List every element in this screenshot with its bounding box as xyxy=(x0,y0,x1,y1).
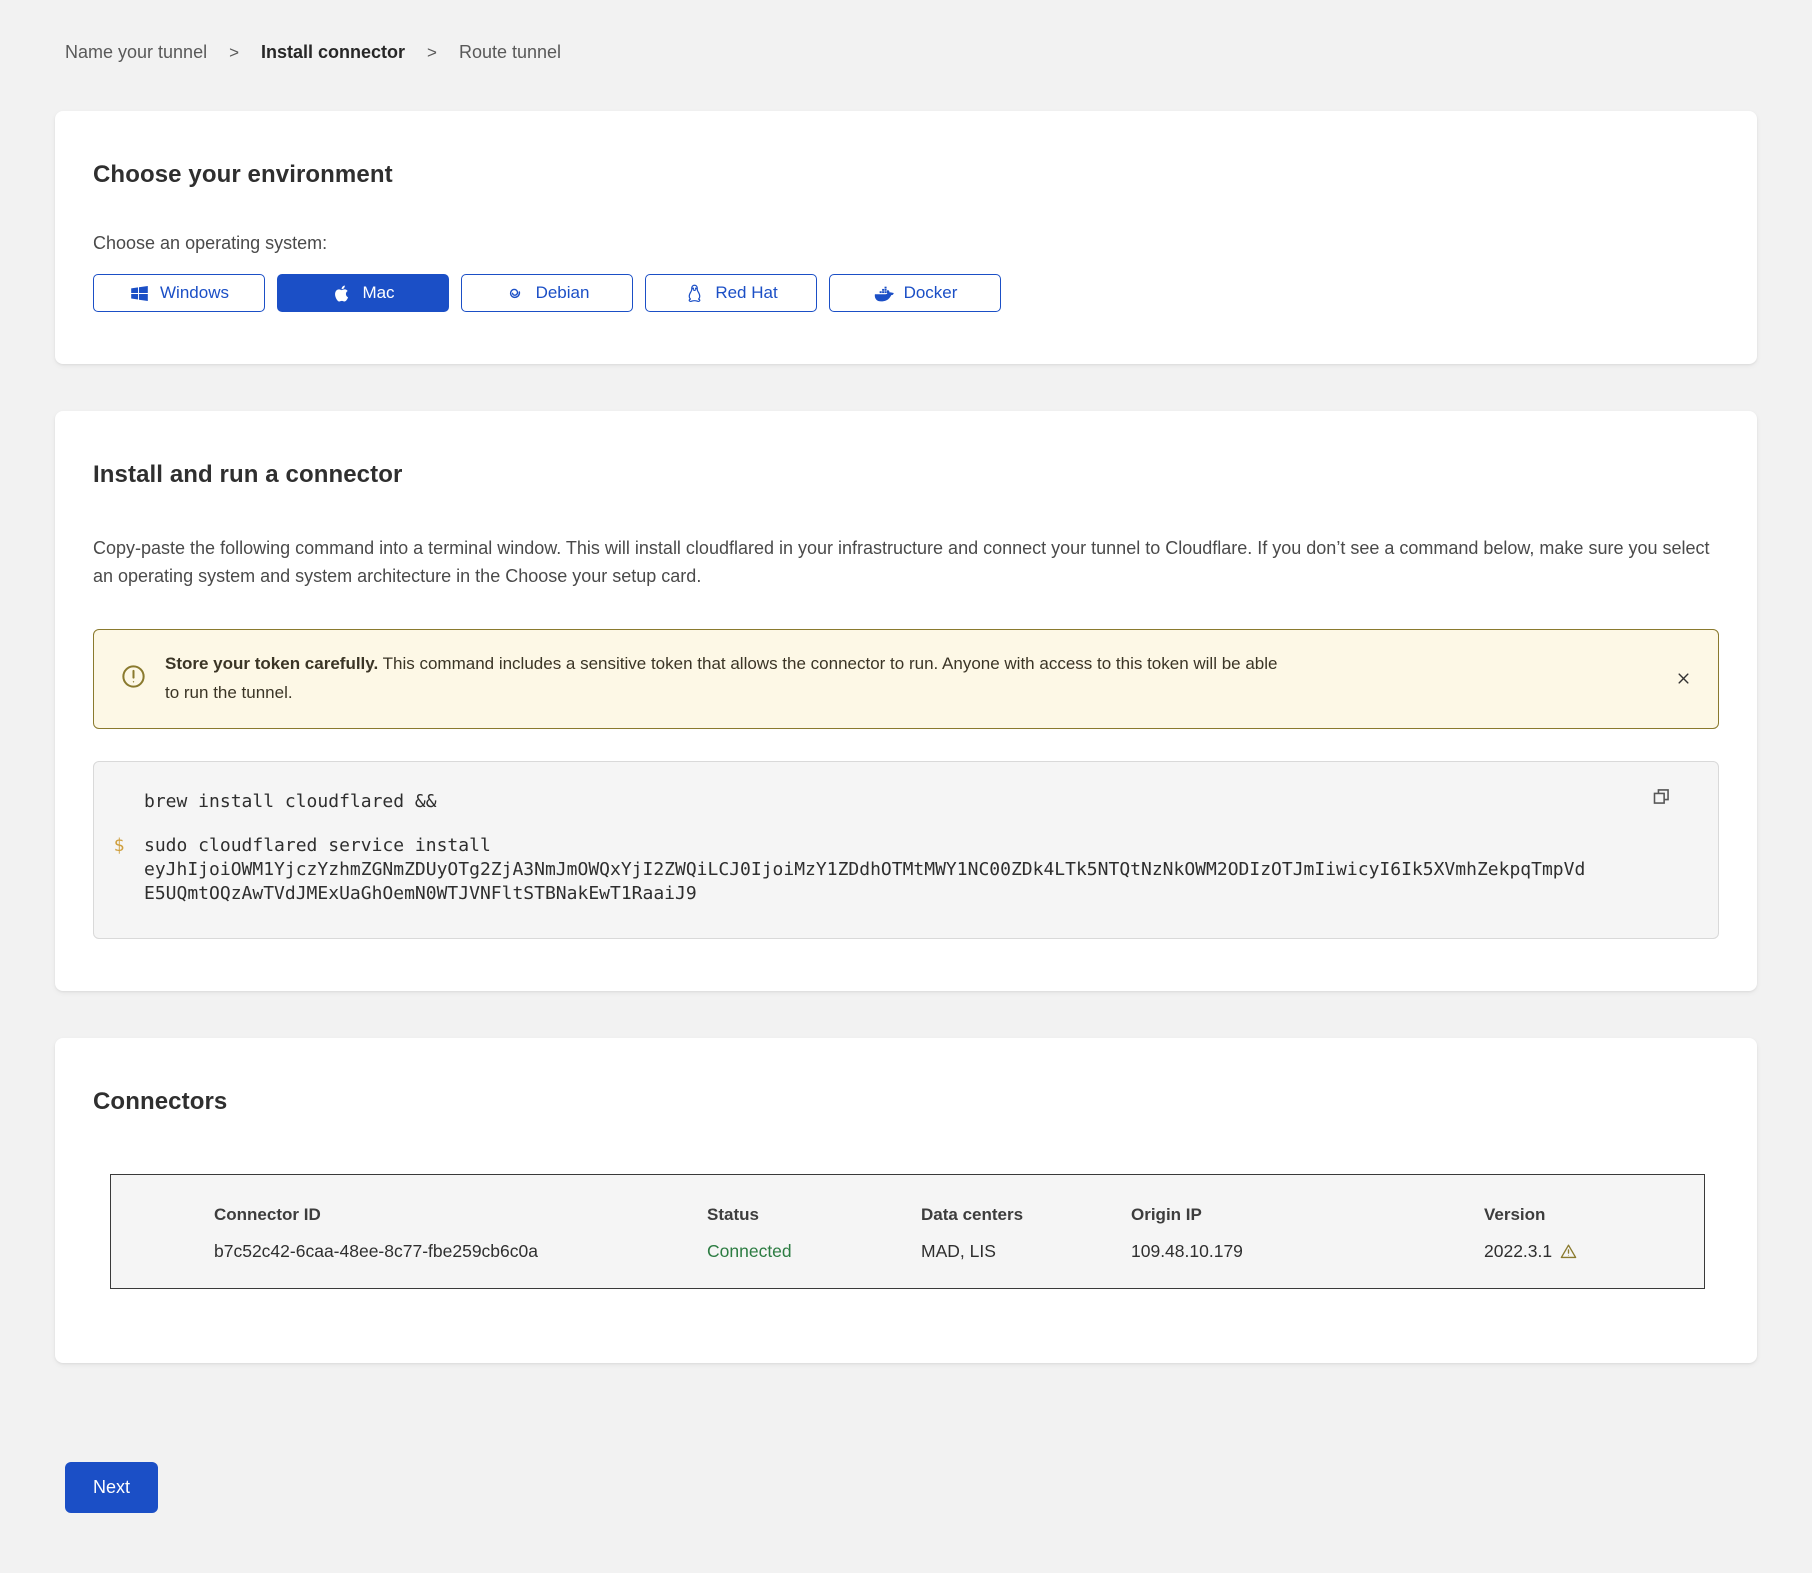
col-header-connector-id: Connector ID xyxy=(111,1205,707,1225)
data-centers-cell: MAD, LIS xyxy=(921,1241,1131,1262)
close-icon xyxy=(1677,672,1690,685)
col-header-data-centers: Data centers xyxy=(921,1205,1131,1225)
windows-icon xyxy=(129,283,150,304)
table-row: b7c52c42-6caa-48ee-8c77-fbe259cb6c0a Con… xyxy=(111,1225,1704,1288)
breadcrumb-step-route-tunnel[interactable]: Route tunnel xyxy=(459,42,561,63)
dollar-prompt: $ xyxy=(94,834,144,906)
connector-id-cell: b7c52c42-6caa-48ee-8c77-fbe259cb6c0a xyxy=(111,1241,707,1262)
next-button[interactable]: Next xyxy=(65,1462,158,1513)
breadcrumb-step-install-connector[interactable]: Install connector xyxy=(261,42,405,63)
breadcrumb-separator: > xyxy=(229,43,239,63)
choose-environment-card: Choose your environment Choose an operat… xyxy=(55,111,1757,364)
breadcrumb-step-name-tunnel[interactable]: Name your tunnel xyxy=(65,42,207,63)
version-warning-triangle-icon xyxy=(1559,1242,1578,1261)
warning-close-button[interactable] xyxy=(1672,668,1694,690)
col-header-origin-ip: Origin IP xyxy=(1131,1205,1484,1225)
os-button-mac[interactable]: Mac xyxy=(277,274,449,312)
connectors-card: Connectors Connector ID Status Data cent… xyxy=(55,1038,1757,1363)
environment-card-title: Choose your environment xyxy=(93,161,1719,189)
debian-icon xyxy=(505,283,526,304)
os-button-label: Debian xyxy=(536,283,590,303)
copy-command-button[interactable] xyxy=(1649,786,1673,810)
os-button-label: Red Hat xyxy=(715,283,777,303)
docker-icon xyxy=(873,283,894,304)
command-line-1: brew install cloudflared && xyxy=(94,790,1588,814)
warning-message: Store your token carefully. This command… xyxy=(165,650,1285,708)
origin-ip-cell: 109.48.10.179 xyxy=(1131,1241,1484,1262)
install-description: Copy-paste the following command into a … xyxy=(93,535,1719,591)
os-button-group: Windows Mac Debian Red Hat Docker xyxy=(93,274,1719,312)
apple-icon xyxy=(331,283,352,304)
command-text-2: sudo cloudflared service install eyJhIjo… xyxy=(144,834,1588,906)
warning-circle-icon xyxy=(120,663,147,690)
os-button-docker[interactable]: Docker xyxy=(829,274,1001,312)
breadcrumb: Name your tunnel > Install connector > R… xyxy=(65,42,1757,63)
install-command-block: brew install cloudflared && $ sudo cloud… xyxy=(93,761,1719,939)
prompt-gutter xyxy=(94,790,144,814)
os-select-label: Choose an operating system: xyxy=(93,233,1719,254)
command-line-2: $ sudo cloudflared service install eyJhI… xyxy=(94,834,1588,906)
tunnel-setup-page: Name your tunnel > Install connector > R… xyxy=(0,0,1812,1573)
os-button-label: Windows xyxy=(160,283,229,303)
token-warning-banner: Store your token carefully. This command… xyxy=(93,629,1719,729)
col-header-version: Version xyxy=(1484,1205,1704,1225)
command-text-1: brew install cloudflared && xyxy=(144,790,1588,814)
os-button-redhat[interactable]: Red Hat xyxy=(645,274,817,312)
breadcrumb-separator: > xyxy=(427,43,437,63)
os-button-windows[interactable]: Windows xyxy=(93,274,265,312)
version-cell: 2022.3.1 xyxy=(1484,1241,1704,1262)
os-button-label: Mac xyxy=(362,283,394,303)
redhat-tux-icon xyxy=(684,283,705,304)
version-value: 2022.3.1 xyxy=(1484,1241,1552,1262)
os-button-debian[interactable]: Debian xyxy=(461,274,633,312)
install-connector-card: Install and run a connector Copy-paste t… xyxy=(55,411,1757,991)
install-card-title: Install and run a connector xyxy=(93,461,1719,489)
connectors-card-title: Connectors xyxy=(93,1088,1719,1116)
col-header-status: Status xyxy=(707,1205,921,1225)
status-badge: Connected xyxy=(707,1241,921,1262)
table-header-row: Connector ID Status Data centers Origin … xyxy=(111,1175,1704,1225)
os-button-label: Docker xyxy=(904,283,958,303)
connectors-table: Connector ID Status Data centers Origin … xyxy=(110,1174,1705,1289)
warning-message-bold: Store your token carefully. xyxy=(165,654,378,673)
copy-icon xyxy=(1651,786,1672,807)
